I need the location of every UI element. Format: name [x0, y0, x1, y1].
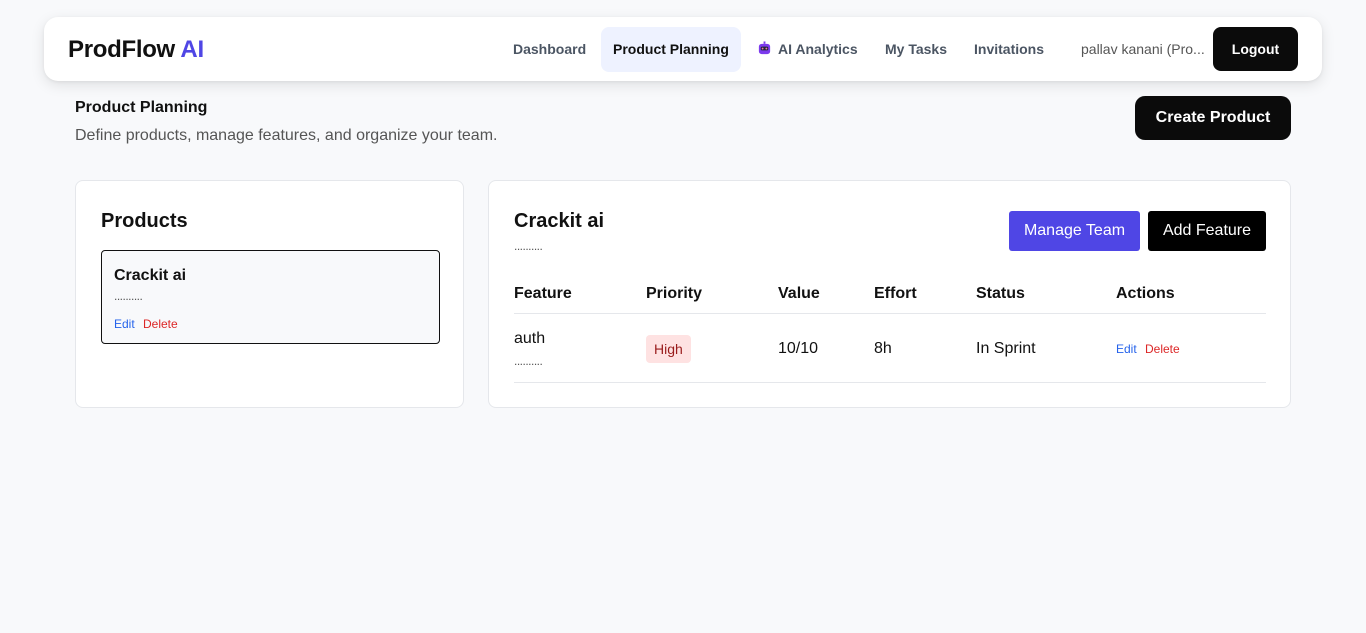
nav-ai-analytics[interactable]: AI Analytics — [745, 27, 870, 72]
top-navbar: ProdFlow AI Dashboard Product Planning A… — [44, 17, 1322, 81]
nav-dashboard[interactable]: Dashboard — [501, 27, 598, 72]
user-name: pallav kanani (Pro... — [1081, 41, 1205, 57]
product-description: .......... — [114, 289, 143, 303]
table-row-divider — [514, 382, 1266, 383]
nav-dashboard-label: Dashboard — [513, 41, 587, 57]
products-heading: Products — [101, 210, 188, 232]
column-header-value: Value — [778, 285, 820, 302]
brand-name: ProdFlow — [68, 36, 175, 63]
feature-status: In Sprint — [976, 340, 1036, 357]
feature-name: auth — [514, 330, 546, 347]
manage-team-button[interactable]: Manage Team — [1009, 211, 1140, 251]
product-item[interactable]: Crackit ai .......... Edit Delete — [101, 250, 440, 344]
nav-product-planning[interactable]: Product Planning — [601, 27, 741, 72]
nav-product-planning-label: Product Planning — [613, 41, 729, 57]
brand-logo[interactable]: ProdFlow AI — [68, 36, 204, 64]
feature-description: .......... — [514, 354, 543, 368]
product-name: Crackit ai — [114, 267, 187, 284]
column-header-feature: Feature — [514, 285, 572, 302]
add-feature-button[interactable]: Add Feature — [1148, 211, 1266, 251]
feature-effort: 8h — [874, 340, 892, 357]
feature-value: 10/10 — [778, 340, 819, 357]
logout-button[interactable]: Logout — [1213, 27, 1298, 71]
page-subtitle: Define products, manage features, and or… — [75, 127, 498, 144]
product-detail-title: Crackit ai — [514, 210, 605, 232]
column-header-priority: Priority — [646, 285, 703, 302]
column-header-status: Status — [976, 285, 1025, 302]
edit-product-link[interactable]: Edit — [114, 317, 135, 331]
brand-accent: AI — [180, 36, 204, 63]
nav-invitations-label: Invitations — [974, 41, 1045, 57]
nav-my-tasks-label: My Tasks — [885, 41, 947, 57]
delete-product-link[interactable]: Delete — [143, 317, 178, 331]
product-detail-panel: Crackit ai .......... Manage Team Add Fe… — [488, 180, 1291, 408]
create-product-button[interactable]: Create Product — [1135, 96, 1291, 140]
nav-my-tasks[interactable]: My Tasks — [873, 27, 959, 72]
page-title: Product Planning — [75, 99, 208, 116]
robot-icon — [758, 41, 771, 55]
column-header-actions: Actions — [1116, 285, 1175, 302]
column-header-effort: Effort — [874, 285, 917, 302]
products-panel: Products Crackit ai .......... Edit Dele… — [75, 180, 464, 408]
table-header-divider — [514, 313, 1266, 314]
delete-feature-link[interactable]: Delete — [1145, 342, 1180, 356]
priority-badge: High — [646, 335, 691, 363]
nav-invitations[interactable]: Invitations — [962, 27, 1056, 72]
nav-ai-analytics-label: AI Analytics — [778, 41, 858, 57]
product-detail-description: .......... — [514, 239, 543, 253]
edit-feature-link[interactable]: Edit — [1116, 342, 1137, 356]
